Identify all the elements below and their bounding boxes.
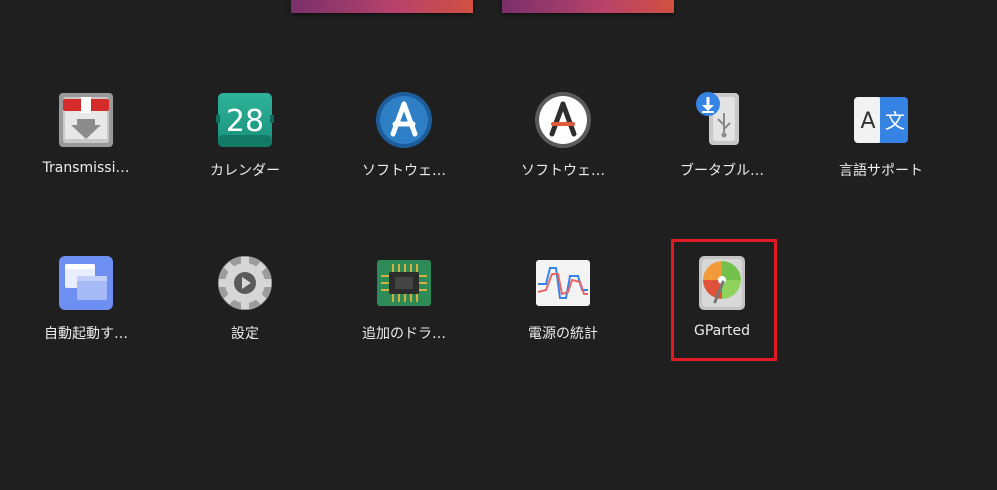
usb-creator-icon xyxy=(692,90,752,150)
app-label: カレンダー xyxy=(210,163,280,179)
software-updater-icon xyxy=(533,90,593,150)
app-label: ソフトウェ… xyxy=(521,163,605,179)
app-transmission[interactable]: Transmissi… xyxy=(11,90,161,200)
app-calendar[interactable]: 28 カレンダー xyxy=(170,90,320,200)
app-bootable-usb[interactable]: ブータブル… xyxy=(647,90,797,200)
workspace-thumbnail-1[interactable] xyxy=(291,0,473,13)
language-support-icon: A 文 xyxy=(851,90,911,150)
app-label: ブータブル… xyxy=(680,163,764,179)
app-settings[interactable]: 設定 xyxy=(170,253,320,363)
settings-gear-icon xyxy=(215,253,275,313)
additional-drivers-chip-icon xyxy=(374,253,434,313)
power-statistics-icon xyxy=(533,253,593,313)
app-grid: Transmissi… 28 カレンダー ソフトウェ… ソフトウェ… ブータブル… xyxy=(0,0,997,490)
app-software-updater[interactable]: ソフトウェ… xyxy=(488,90,638,200)
app-software[interactable]: ソフトウェ… xyxy=(329,90,479,200)
app-gparted[interactable]: GParted xyxy=(647,253,797,363)
transmission-icon xyxy=(56,90,116,150)
glyph-cjk: 文 xyxy=(885,109,905,133)
glyph-latin: A xyxy=(860,109,875,134)
software-center-icon xyxy=(374,90,434,150)
app-label: GParted xyxy=(694,323,750,339)
app-label: 追加のドラ… xyxy=(362,326,446,342)
app-label: ソフトウェ… xyxy=(362,163,446,179)
app-label: 言語サポート xyxy=(839,163,923,179)
app-startup-applications[interactable]: 自動起動す… xyxy=(11,253,161,363)
app-power-statistics[interactable]: 電源の統計 xyxy=(488,253,638,363)
gparted-disk-icon xyxy=(692,253,752,313)
app-label: Transmissi… xyxy=(42,160,130,176)
app-language-support[interactable]: A 文 言語サポート xyxy=(806,90,956,200)
startup-applications-icon xyxy=(56,253,116,313)
calendar-day: 28 xyxy=(226,104,264,139)
app-label: 電源の統計 xyxy=(528,326,598,342)
app-label: 設定 xyxy=(231,326,259,342)
app-label: 自動起動す… xyxy=(44,326,128,342)
workspace-thumbnail-2[interactable] xyxy=(502,0,674,13)
calendar-icon: 28 xyxy=(215,90,275,150)
app-additional-drivers[interactable]: 追加のドラ… xyxy=(329,253,479,363)
